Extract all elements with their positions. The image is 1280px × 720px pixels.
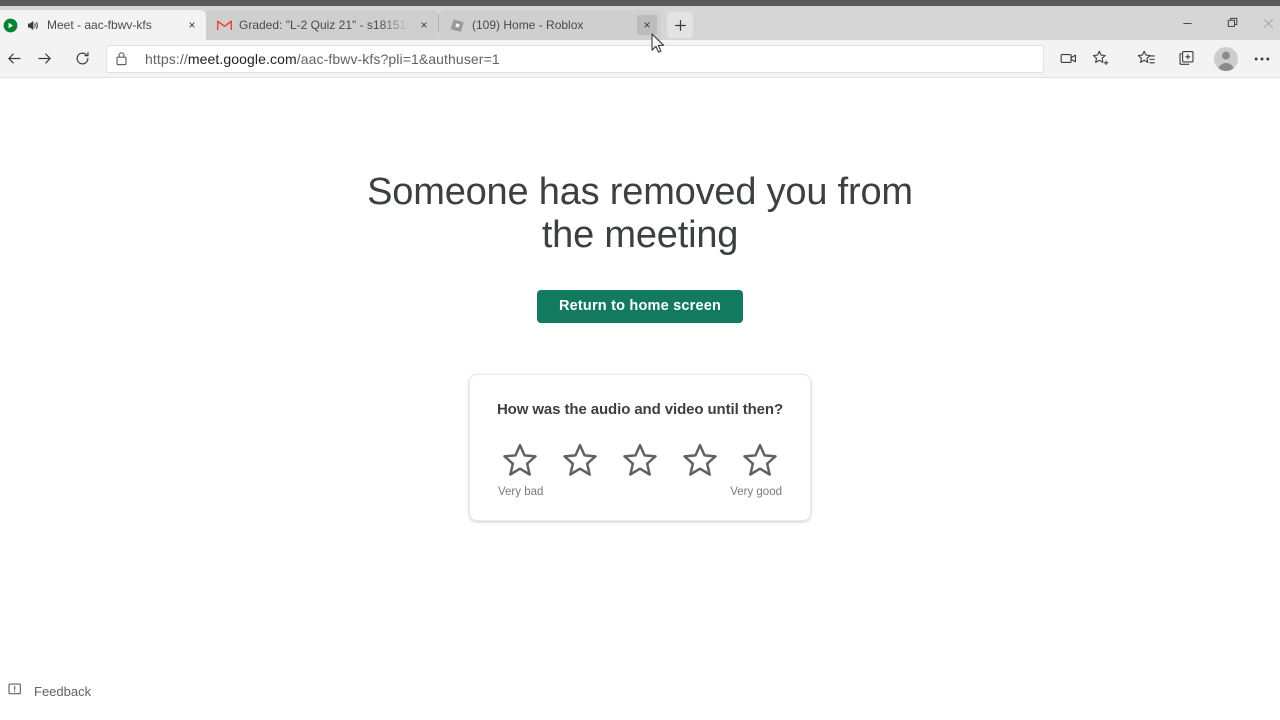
return-to-home-screen-button[interactable]: Return to home screen	[536, 289, 744, 323]
window-restore-button[interactable]	[1210, 7, 1256, 39]
browser-window: Meet - aac-fbwv-kfs × Graded: "L-2 Quiz …	[0, 0, 1280, 720]
window-minimize-button[interactable]	[1164, 7, 1210, 39]
rating-question: How was the audio and video until then?	[496, 400, 784, 418]
tab-title: Meet - aac-fbwv-kfs	[47, 18, 152, 32]
star-rating	[494, 440, 786, 480]
star-rating-labels: Very bad Very good	[494, 486, 786, 498]
page-title: Someone has removed you from the meeting	[367, 171, 913, 256]
star-5-button[interactable]	[740, 440, 780, 480]
rating-high-label: Very good	[730, 485, 782, 498]
tab-gmail[interactable]: Graded: "L-2 Quiz 21" - s181510 ×	[206, 10, 438, 40]
back-button-icon[interactable]	[0, 43, 28, 75]
feedback-label: Feedback	[34, 683, 92, 699]
tab-audio-playing-icon[interactable]	[25, 17, 41, 33]
feedback-icon	[8, 683, 24, 699]
feedback-link[interactable]: Feedback	[8, 683, 91, 699]
profile-avatar-icon[interactable]	[1210, 43, 1242, 75]
window-controls	[1164, 6, 1280, 40]
star-4-button[interactable]	[680, 440, 720, 480]
lock-icon	[115, 51, 133, 66]
favorite-star-icon[interactable]	[1084, 43, 1116, 75]
tab-close-button[interactable]: ×	[637, 15, 657, 35]
star-1-button[interactable]	[500, 440, 540, 480]
star-3-button[interactable]	[620, 440, 660, 480]
star-2-button[interactable]	[560, 440, 600, 480]
address-bar[interactable]: https://meet.google.com/aac-fbwv-kfs?pli…	[106, 44, 1044, 73]
window-close-button[interactable]	[1256, 7, 1280, 39]
tab-title: (109) Home - Roblox	[472, 18, 584, 32]
tab-close-button[interactable]: ×	[182, 15, 202, 35]
avatar	[1214, 46, 1238, 71]
browser-toolbar: https://meet.google.com/aac-fbwv-kfs?pli…	[0, 40, 1280, 78]
tab-strip: Meet - aac-fbwv-kfs × Graded: "L-2 Quiz …	[0, 6, 1280, 53]
tab-title: Graded: "L-2 Quiz 21" - s181510	[239, 18, 410, 32]
google-meet-icon	[2, 17, 18, 33]
collections-icon[interactable]	[1170, 43, 1202, 75]
forward-button-icon[interactable]	[28, 43, 60, 75]
favorites-list-icon[interactable]	[1130, 43, 1162, 75]
settings-more-icon[interactable]	[1246, 43, 1278, 75]
tab-roblox[interactable]: (109) Home - Roblox ×	[439, 10, 661, 40]
address-bar-url: https://meet.google.com/aac-fbwv-kfs?pli…	[145, 50, 500, 67]
reload-button-icon[interactable]	[66, 43, 98, 75]
rating-low-label: Very bad	[498, 485, 544, 498]
gmail-icon	[216, 17, 232, 33]
media-cast-icon[interactable]	[1052, 43, 1084, 75]
roblox-icon	[449, 17, 465, 33]
mouse-cursor	[651, 33, 665, 55]
new-tab-button[interactable]	[667, 12, 693, 38]
meet-removed-page: Someone has removed you from the meeting…	[0, 78, 1280, 720]
tab-close-button[interactable]: ×	[414, 15, 434, 35]
rating-card: How was the audio and video until then?	[469, 373, 811, 521]
tab-meet[interactable]: Meet - aac-fbwv-kfs ×	[0, 10, 206, 40]
